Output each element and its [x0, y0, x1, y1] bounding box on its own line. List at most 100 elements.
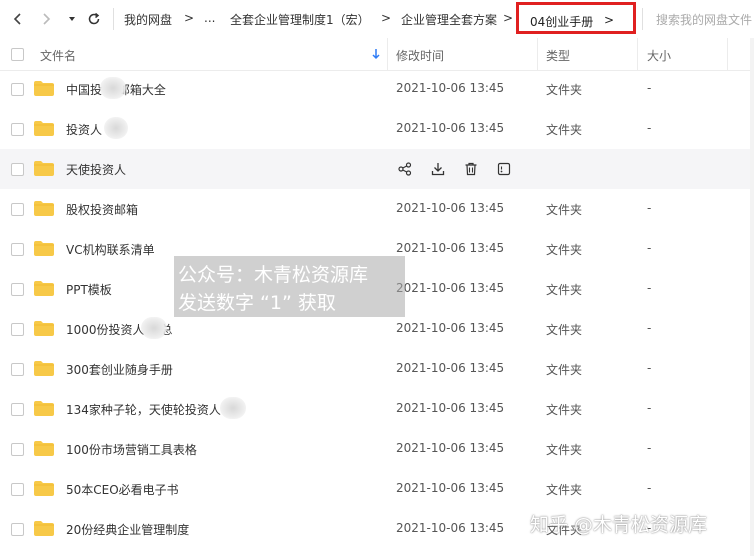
- download-icon: [431, 163, 445, 176]
- file-name[interactable]: 134家种子轮，天使轮投资人: [66, 401, 221, 418]
- table-row-hovered[interactable]: 天使投资人: [0, 149, 754, 189]
- file-name[interactable]: VC机构联系清单: [66, 241, 155, 258]
- scrollbar-track[interactable]: [750, 38, 754, 556]
- table-row[interactable]: 50本CEO必看电子书 2021-10-06 13:45 文件夹 -: [0, 469, 754, 509]
- folder-icon: [34, 401, 54, 416]
- table-row[interactable]: 投资人 2021-10-06 13:45 文件夹 -: [0, 109, 754, 149]
- row-checkbox[interactable]: [11, 523, 24, 536]
- promo-line-1: 公众号：木青松资源库: [178, 264, 369, 286]
- chevron-right-icon: [43, 13, 51, 25]
- toolbar-divider: [113, 8, 114, 30]
- table-row[interactable]: 股权投资邮箱 2021-10-06 13:45 文件夹 -: [0, 189, 754, 229]
- file-name[interactable]: 50本CEO必看电子书: [66, 481, 179, 498]
- delete-button[interactable]: [462, 160, 480, 178]
- table-row[interactable]: 134家种子轮，天使轮投资人 2021-10-06 13:45 文件夹 -: [0, 389, 754, 429]
- file-size: -: [647, 81, 652, 95]
- file-name[interactable]: 股权投资邮箱: [66, 201, 138, 218]
- row-checkbox[interactable]: [11, 203, 24, 216]
- blurred-region: [141, 317, 167, 339]
- folder-icon: [34, 161, 54, 176]
- column-divider[interactable]: [727, 38, 728, 70]
- table-row[interactable]: 300套创业随身手册 2021-10-06 13:45 文件夹 -: [0, 349, 754, 389]
- history-dropdown[interactable]: [62, 9, 82, 29]
- file-name[interactable]: 20份经典企业管理制度: [66, 521, 189, 538]
- blurred-region: [220, 397, 246, 419]
- row-checkbox[interactable]: [11, 403, 24, 416]
- blurred-region: [104, 117, 128, 139]
- file-modified: 2021-10-06 13:45: [396, 481, 505, 495]
- file-modified: 2021-10-06 13:45: [396, 81, 505, 95]
- promo-overlay: 公众号：木青松资源库 发送数字 “1” 获取: [174, 256, 405, 317]
- file-name[interactable]: PPT模板: [66, 281, 112, 298]
- column-size[interactable]: 大小: [647, 47, 671, 64]
- column-name[interactable]: 文件名: [40, 47, 76, 64]
- row-checkbox[interactable]: [11, 123, 24, 136]
- row-checkbox[interactable]: [11, 363, 24, 376]
- row-checkbox[interactable]: [11, 163, 24, 176]
- file-type: 文件夹: [546, 83, 583, 97]
- column-divider[interactable]: [387, 38, 388, 70]
- download-button[interactable]: [429, 160, 447, 178]
- file-type: 文件夹: [546, 483, 583, 497]
- refresh-icon: [88, 12, 100, 25]
- file-name[interactable]: 100份市场营销工具表格: [66, 441, 197, 458]
- breadcrumb-item[interactable]: 企业管理全套方案: [401, 11, 497, 28]
- file-type: 文件夹: [546, 203, 583, 217]
- breadcrumb-separator: >: [503, 11, 514, 25]
- column-modified[interactable]: 修改时间: [396, 47, 444, 64]
- file-type: 文件夹: [546, 363, 583, 377]
- row-checkbox[interactable]: [11, 283, 24, 296]
- breadcrumb-current[interactable]: 04创业手册 >: [516, 2, 636, 34]
- file-type: 文件夹: [546, 243, 583, 257]
- breadcrumb-separator: >: [184, 11, 195, 25]
- watermark: 知乎 @木青松资源库: [530, 514, 708, 536]
- row-actions: [396, 160, 513, 178]
- file-type: 文件夹: [546, 323, 583, 337]
- share-button[interactable]: [396, 160, 414, 178]
- share-icon: [398, 162, 412, 176]
- caret-down-icon: [69, 17, 75, 21]
- breadcrumb-current-arrow: >: [604, 13, 615, 27]
- top-bar: 我的网盘 > ... 全套企业管理制度1（宏） > 企业管理全套方案 > 04创…: [0, 0, 754, 39]
- breadcrumb-separator: >: [381, 11, 392, 25]
- table-row[interactable]: 中国投 人邮箱大全 2021-10-06 13:45 文件夹 -: [0, 69, 754, 109]
- row-checkbox[interactable]: [11, 443, 24, 456]
- table-row[interactable]: 100份市场营销工具表格 2021-10-06 13:45 文件夹 -: [0, 429, 754, 469]
- file-modified: 2021-10-06 13:45: [396, 241, 505, 255]
- file-type: 文件夹: [546, 283, 583, 297]
- chevron-left-icon: [13, 13, 21, 25]
- column-divider[interactable]: [637, 38, 638, 70]
- refresh-button[interactable]: [84, 9, 104, 29]
- select-all-checkbox[interactable]: [11, 48, 24, 61]
- more-button[interactable]: [495, 160, 513, 178]
- column-divider[interactable]: [537, 38, 538, 70]
- folder-icon: [34, 321, 54, 336]
- sort-arrow-icon[interactable]: [371, 48, 381, 60]
- folder-icon: [34, 361, 54, 376]
- folder-icon: [34, 441, 54, 456]
- file-size: -: [647, 121, 652, 135]
- row-checkbox[interactable]: [11, 483, 24, 496]
- promo-line-2: 发送数字 “1” 获取: [178, 292, 336, 314]
- breadcrumb-root[interactable]: 我的网盘: [124, 11, 172, 28]
- row-checkbox[interactable]: [11, 83, 24, 96]
- file-size: -: [647, 401, 652, 415]
- breadcrumb-item[interactable]: 全套企业管理制度1（宏）: [230, 11, 370, 28]
- breadcrumb-ellipsis[interactable]: ...: [204, 11, 215, 25]
- file-modified: 2021-10-06 13:45: [396, 401, 505, 415]
- file-name[interactable]: 天使投资人: [66, 161, 126, 178]
- forward-button[interactable]: [36, 9, 56, 29]
- file-modified: 2021-10-06 13:45: [396, 121, 505, 135]
- search-input[interactable]: 搜索我的网盘文件: [656, 11, 752, 28]
- file-name[interactable]: 300套创业随身手册: [66, 361, 173, 378]
- folder-icon: [34, 201, 54, 216]
- row-checkbox[interactable]: [11, 243, 24, 256]
- back-button[interactable]: [8, 9, 28, 29]
- file-name[interactable]: 投资人: [66, 121, 102, 138]
- file-size: -: [647, 361, 652, 375]
- column-type[interactable]: 类型: [546, 47, 570, 64]
- file-size: -: [647, 281, 652, 295]
- breadcrumb-current-label: 04创业手册: [530, 15, 594, 29]
- folder-icon: [34, 281, 54, 296]
- row-checkbox[interactable]: [11, 323, 24, 336]
